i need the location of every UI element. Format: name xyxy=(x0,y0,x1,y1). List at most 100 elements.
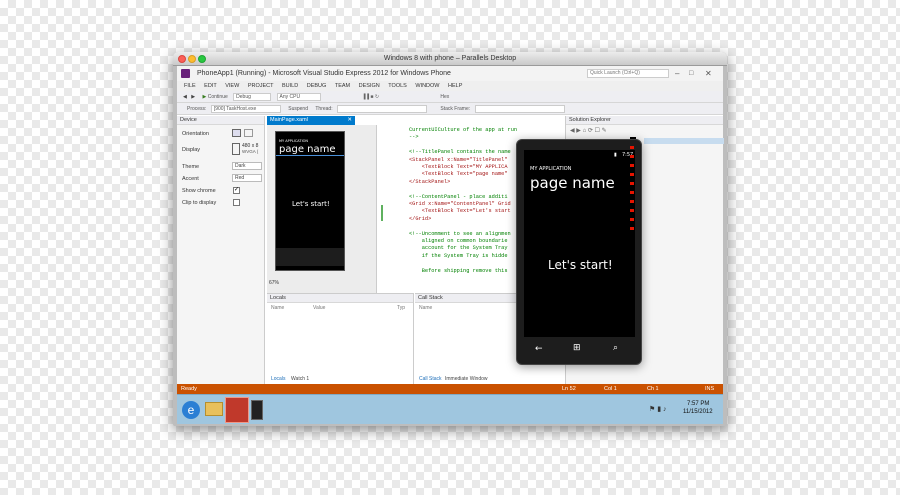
selected-tree-item[interactable] xyxy=(644,138,724,144)
code-line[interactable]: --> xyxy=(409,134,519,141)
code-line[interactable]: <Grid x:Name="ContentPanel" Grid xyxy=(409,201,519,208)
zoom-dropdown[interactable]: 67% xyxy=(269,280,279,286)
emulator-tool-buttons[interactable] xyxy=(630,146,634,236)
locals-col-type[interactable]: Typ xyxy=(397,305,405,311)
clip-display-checkbox[interactable] xyxy=(233,199,240,206)
theme-label: Theme xyxy=(182,164,200,170)
landscape-orientation-button[interactable] xyxy=(244,129,253,137)
code-line[interactable]: <!--Uncomment to see an alignmen xyxy=(409,231,519,238)
debug-tools-icon[interactable]: ▐▐ ■ ↻ xyxy=(362,94,379,100)
code-editor[interactable]: CurrentUICulture of the app at run time.… xyxy=(379,125,519,293)
maximize-icon[interactable]: □ xyxy=(689,66,693,81)
hex-button[interactable]: Hex xyxy=(440,94,449,100)
code-line[interactable] xyxy=(409,223,519,230)
menu-window[interactable]: WINDOW xyxy=(415,81,439,91)
zoom-window-button[interactable] xyxy=(198,55,206,63)
call-stack-col-name[interactable]: Name xyxy=(419,305,432,311)
close-icon[interactable]: ✕ xyxy=(705,66,712,81)
menu-build[interactable]: BUILD xyxy=(282,81,298,91)
menu-bar: FILE EDIT VIEW PROJECT BUILD DEBUG TEAM … xyxy=(177,81,723,91)
menu-help[interactable]: HELP xyxy=(448,81,462,91)
code-line[interactable]: <!--ContentPanel - place additi xyxy=(409,194,519,201)
code-line[interactable]: Before shipping remove this xyxy=(409,268,519,275)
code-line[interactable]: <TextBlock Text="Let's start xyxy=(409,208,519,215)
suspend-button[interactable]: Suspend xyxy=(288,106,308,112)
emulator-taskbar-icon[interactable] xyxy=(251,400,263,420)
stack-frame-label: Stack Frame: xyxy=(440,106,471,112)
visual-studio-taskbar-icon[interactable] xyxy=(225,397,249,423)
locals-col-value[interactable]: Value xyxy=(313,305,325,311)
menu-file[interactable]: FILE xyxy=(184,81,196,91)
tab-immediate-window[interactable]: Immediate Window xyxy=(445,376,488,382)
code-line[interactable]: <StackPanel x:Name="TitlePanel" xyxy=(409,157,519,164)
stack-frame-dropdown[interactable] xyxy=(474,104,565,113)
locals-panel: Locals Name Value Typ Locals Watch 1 xyxy=(267,293,414,384)
xaml-designer: MY APPLICATION page name Let's start! 67… xyxy=(267,125,377,293)
tab-close-icon[interactable]: ✕ xyxy=(347,116,352,125)
code-line[interactable] xyxy=(409,142,519,149)
show-chrome-checkbox[interactable]: ✓ xyxy=(233,187,240,194)
continue-icon[interactable]: ▶ xyxy=(203,94,207,100)
change-indicator xyxy=(381,205,383,221)
minimize-icon[interactable]: – xyxy=(675,66,679,81)
mac-title-bar: Windows 8 with phone – Parallels Desktop xyxy=(173,52,727,66)
menu-design[interactable]: DESIGN xyxy=(359,81,380,91)
search-button-icon[interactable]: ⌕ xyxy=(613,343,618,353)
tray-icons[interactable]: ⚑ ▮ ♪ xyxy=(649,405,667,413)
thread-label: Thread: xyxy=(315,106,333,112)
emulator-battery-icon: ▮ xyxy=(614,152,617,158)
taskbar-time[interactable]: 7:57 PM xyxy=(687,401,709,407)
solution-explorer-toolbar-icon[interactable]: ◀ ▶ ⌂ ⟳ ☐ ✎ xyxy=(570,127,607,134)
windows-start-icon[interactable]: ⊞ xyxy=(573,343,581,353)
minimize-window-button[interactable] xyxy=(188,55,196,63)
code-line[interactable]: <TextBlock Text="page name" xyxy=(409,171,519,178)
theme-dropdown[interactable]: Dark xyxy=(232,162,262,170)
forward-icon[interactable]: ▶ xyxy=(191,94,195,100)
code-line[interactable] xyxy=(409,260,519,267)
code-line[interactable]: if the System Tray is hidde xyxy=(409,253,519,260)
locals-col-name[interactable]: Name xyxy=(271,305,284,311)
close-window-button[interactable] xyxy=(178,55,186,63)
menu-project[interactable]: PROJECT xyxy=(248,81,274,91)
back-button-icon[interactable]: ← xyxy=(535,344,543,354)
file-explorer-icon[interactable] xyxy=(205,402,223,416)
menu-team[interactable]: TEAM xyxy=(335,81,350,91)
quick-launch-input[interactable]: Quick Launch (Ctrl+Q) xyxy=(587,69,669,78)
designer-phone-preview[interactable]: MY APPLICATION page name Let's start! xyxy=(275,131,345,271)
code-line[interactable] xyxy=(409,186,519,193)
menu-tools[interactable]: TOOLS xyxy=(388,81,407,91)
selection-line xyxy=(276,155,344,156)
back-icon[interactable]: ◀ xyxy=(183,94,187,100)
code-line[interactable]: <TextBlock Text="MY APPLICA xyxy=(409,164,519,171)
code-line[interactable]: aligned on common boundarie xyxy=(409,238,519,245)
tab-call-stack[interactable]: Call Stack xyxy=(419,376,442,382)
thread-dropdown[interactable] xyxy=(337,104,427,113)
emulator-page-name: page name xyxy=(530,174,615,192)
code-line[interactable]: </StackPanel> xyxy=(409,179,519,186)
code-lines: CurrentUICulture of the app at run time.… xyxy=(409,127,519,275)
code-line[interactable]: account for the System Tray xyxy=(409,245,519,252)
status-line: Ln 52 xyxy=(562,386,576,392)
visual-studio-logo-icon xyxy=(181,69,190,78)
platform-dropdown[interactable]: Any CPU xyxy=(276,92,321,101)
emulator-screen[interactable]: ▮ 7:57 MY APPLICATION page name Let's st… xyxy=(524,150,635,337)
process-dropdown[interactable]: [900] TaskHost.exe xyxy=(210,104,281,113)
taskbar-date[interactable]: 11/15/2012 xyxy=(683,409,713,415)
accent-dropdown[interactable]: Red xyxy=(232,174,262,182)
menu-debug[interactable]: DEBUG xyxy=(307,81,327,91)
code-line[interactable]: CurrentUICulture of the app at run time. xyxy=(409,127,519,134)
tab-mainpage-xaml[interactable]: MainPage.xaml ✕ xyxy=(267,116,355,125)
tab-watch1[interactable]: Watch 1 xyxy=(291,376,309,382)
internet-explorer-icon[interactable]: e xyxy=(182,401,200,419)
display-resolution: WVGA ( xyxy=(242,149,259,154)
status-ready: Ready xyxy=(181,386,197,392)
tab-locals[interactable]: Locals xyxy=(271,376,285,382)
continue-button[interactable]: Continue xyxy=(208,94,228,100)
config-dropdown[interactable]: Debug xyxy=(233,92,272,101)
code-line[interactable]: </Grid> xyxy=(409,216,519,223)
code-line[interactable]: <!--TitlePanel contains the name xyxy=(409,149,519,156)
portrait-orientation-button[interactable] xyxy=(232,129,241,137)
menu-edit[interactable]: EDIT xyxy=(204,81,217,91)
windows-phone-emulator: ▮ 7:57 MY APPLICATION page name Let's st… xyxy=(516,139,642,365)
menu-view[interactable]: VIEW xyxy=(225,81,239,91)
